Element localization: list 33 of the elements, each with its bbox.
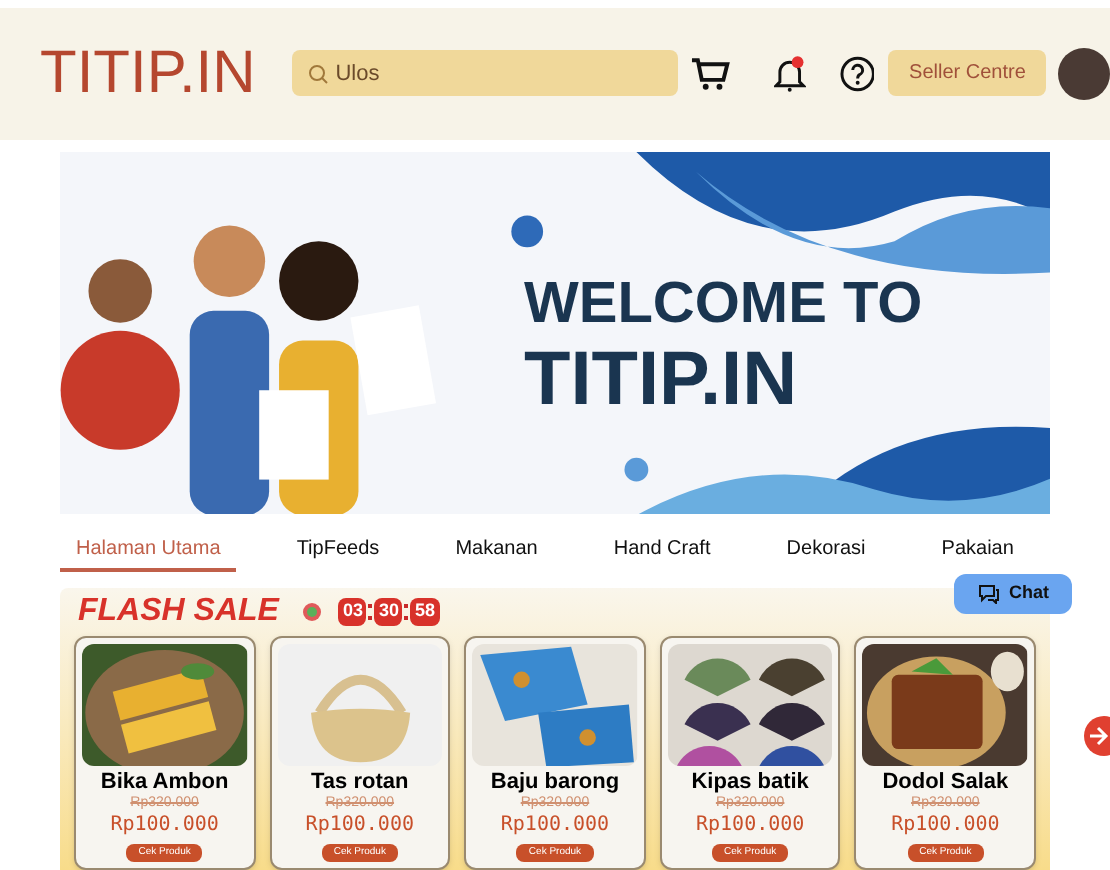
banner-heading: WELCOME TO [524,275,923,334]
help-icon[interactable] [839,55,875,92]
product-price: Rp100.000 [305,814,414,840]
product-price: Rp100.000 [500,814,610,840]
product-name: Bika Ambon [100,769,229,796]
chat-button[interactable]: Chat [954,574,1072,614]
countdown-digit: 30 [374,598,403,626]
product-name: Tas rotan [311,769,409,796]
avatar[interactable] [1058,47,1110,100]
category-tab[interactable]: Makanan [439,528,554,573]
banner-heading: TITIP.IN [524,335,800,426]
search-icon [307,63,328,84]
flash-sale-title: FLASH SALE [78,592,279,633]
category-tab[interactable]: Pakaian [925,528,1030,573]
product-name: Dodol Salak [882,769,1009,796]
search-field[interactable]: Ulos [291,50,679,97]
category-tab[interactable]: TipFeeds [280,528,396,573]
next-arrow-icon[interactable] [1084,716,1110,756]
bell-icon[interactable] [774,55,806,92]
product-price: Rp100.000 [891,814,1000,840]
category-tab[interactable]: Hand Craft [597,528,727,573]
seller-centre-button[interactable]: Seller Centre [888,50,1047,97]
product-name: Baju barong [490,769,620,796]
countdown-digit: 03 [338,598,367,626]
countdown-digit: 58 [410,598,439,626]
category-tab[interactable]: Dekorasi [770,528,882,573]
logo[interactable]: TITIP.IN [40,43,292,104]
product-price: Rp100.000 [695,814,805,840]
cart-icon[interactable] [690,55,731,92]
product-name: Kipas batik [691,769,809,796]
chat-icon [977,584,999,604]
product-price: Rp100.000 [110,814,219,840]
category-tab[interactable]: Halaman Utama [60,528,237,573]
